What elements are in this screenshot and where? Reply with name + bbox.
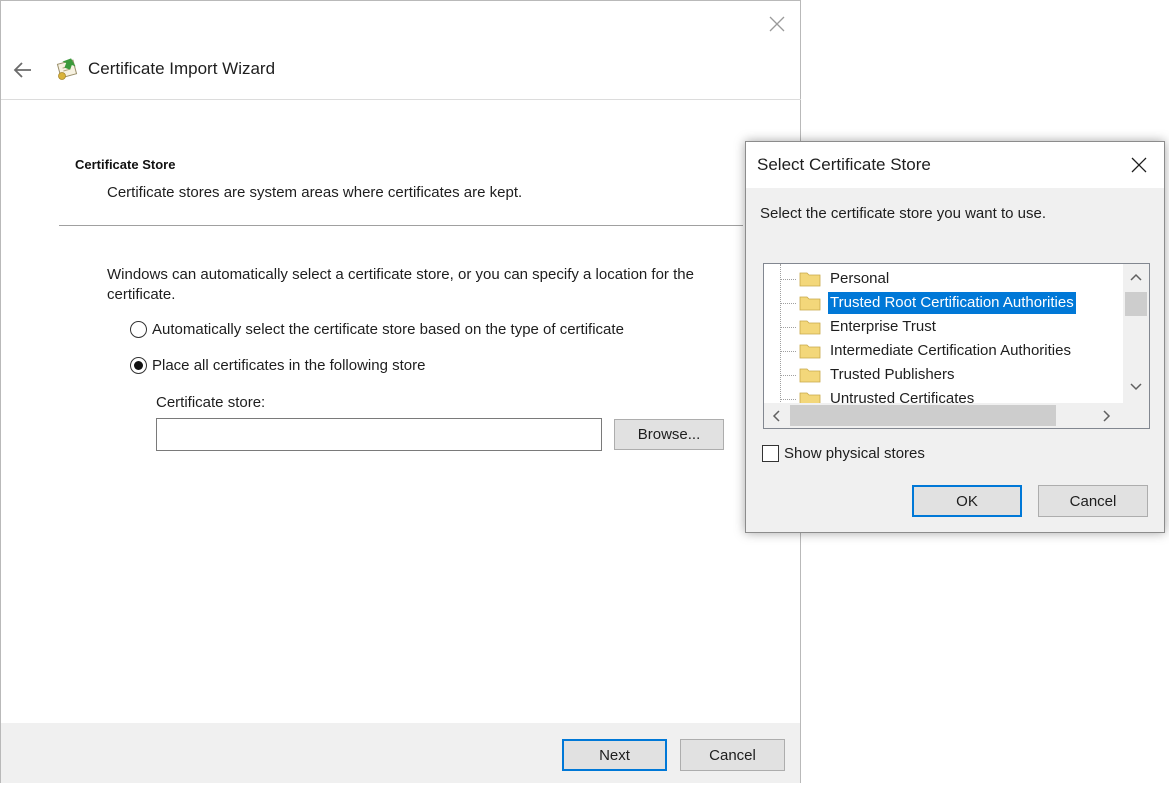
header-divider [1,99,801,100]
tree-item-label: Trusted Root Certification Authorities [828,292,1076,314]
tree-item-label: Enterprise Trust [830,318,936,335]
radio-button[interactable] [130,321,147,338]
scroll-left-icon[interactable] [768,403,784,428]
certificate-wizard-icon [53,55,81,83]
tree-item-personal[interactable]: Personal [764,267,1119,291]
vertical-scroll-thumb[interactable] [1125,292,1147,316]
checkbox-label: Show physical stores [784,445,925,462]
next-button[interactable]: Next [562,739,667,771]
close-icon[interactable] [1126,152,1152,178]
section-title: Certificate Store [75,157,176,172]
folder-icon [799,344,821,359]
horizontal-scrollbar[interactable] [764,403,1123,428]
radio-auto-select[interactable]: Automatically select the certificate sto… [130,321,624,338]
tree-item-label: Intermediate Certification Authorities [830,342,1071,359]
certificate-store-input[interactable] [156,418,602,451]
close-icon[interactable] [764,11,790,37]
tree-item-trusted-publishers[interactable]: Trusted Publishers [764,363,1119,387]
certificate-import-wizard-window: Certificate Import Wizard Certificate St… [0,0,801,783]
scroll-right-icon[interactable] [1099,403,1115,428]
checkbox[interactable] [762,445,779,462]
radio-label: Place all certificates in the following … [152,357,426,374]
dialog-title: Select Certificate Store [757,155,931,174]
folder-icon [799,272,821,287]
tree-item-enterprise-trust[interactable]: Enterprise Trust [764,315,1119,339]
radio-button-checked[interactable] [130,357,147,374]
browse-button[interactable]: Browse... [614,419,724,450]
dialog-prompt: Select the certificate store you want to… [760,205,1046,222]
dialog-cancel-button[interactable]: Cancel [1038,485,1148,517]
tree-item-intermediate-ca[interactable]: Intermediate Certification Authorities [764,339,1119,363]
certificate-store-label: Certificate store: [156,394,266,411]
folder-icon [799,320,821,335]
show-physical-stores-checkbox[interactable]: Show physical stores [762,445,925,462]
radio-place-in-store[interactable]: Place all certificates in the following … [130,357,425,374]
folder-icon [799,296,821,311]
radio-label: Automatically select the certificate sto… [152,321,624,338]
tree-item-trusted-root[interactable]: Trusted Root Certification Authorities [764,291,1119,315]
tree-item-label: Trusted Publishers [830,366,955,383]
folder-icon [799,368,821,383]
scrollbar-corner [1123,403,1149,428]
select-certificate-store-dialog: Select Certificate Store Select the cert… [745,141,1165,533]
back-arrow-icon[interactable] [9,57,37,83]
content-divider [59,225,743,226]
ok-button[interactable]: OK [912,485,1022,517]
certificate-store-tree[interactable]: Personal Trusted Root Certification Auth… [763,263,1150,429]
scroll-down-icon[interactable] [1123,379,1149,395]
wizard-title: Certificate Import Wizard [88,59,276,78]
section-description: Certificate stores are system areas wher… [107,184,523,201]
vertical-scrollbar[interactable] [1123,264,1149,403]
horizontal-scroll-thumb[interactable] [790,405,1056,426]
tree-item-label: Personal [830,270,890,287]
intro-text: Windows can automatically select a certi… [107,266,694,303]
scroll-up-icon[interactable] [1123,269,1149,285]
cancel-button[interactable]: Cancel [680,739,785,771]
